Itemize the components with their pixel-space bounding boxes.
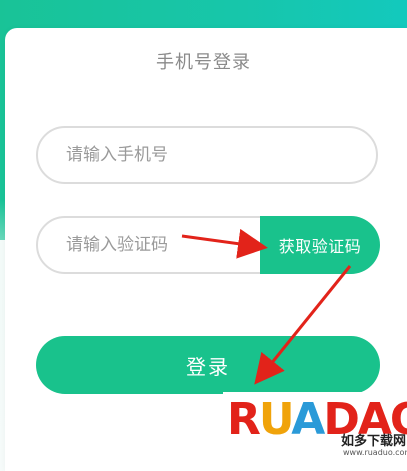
watermark-site-name: 如多下载网 [341,434,407,449]
watermark-logo: RUADAO 如多下载网 www.ruaduo.com [223,392,407,471]
phone-field[interactable] [36,126,378,184]
phone-input[interactable] [66,128,286,182]
code-input[interactable] [66,218,286,272]
watermark-url: www.ruaduo.com [343,448,407,457]
get-code-button[interactable]: 获取验证码 [260,216,380,274]
login-button[interactable]: 登录 [36,336,380,394]
page-title: 手机号登录 [156,52,251,73]
